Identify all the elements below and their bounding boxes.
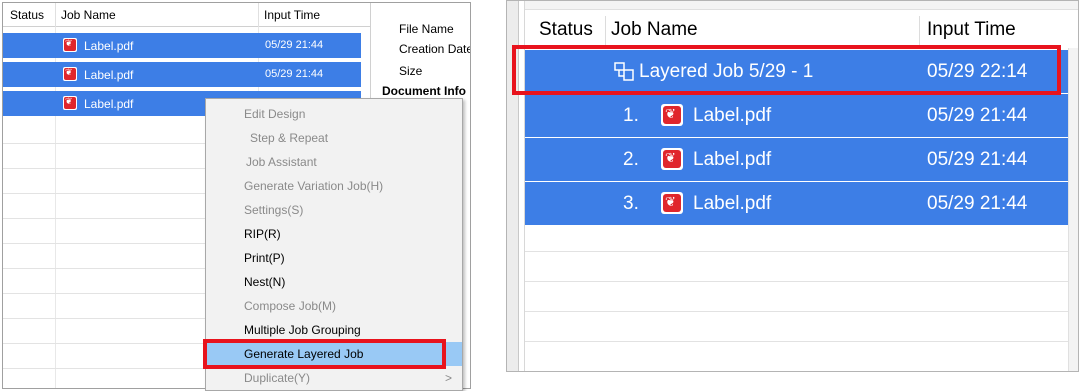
child-index: 2. [623,149,639,170]
row-divider [525,311,1078,312]
job-input-time: 05/29 21:44 [927,149,1028,170]
pdf-icon [661,148,683,170]
menu-item-duplicate[interactable]: Duplicate(Y) > [206,366,462,390]
menu-item-settings[interactable]: Settings(S) [206,198,462,222]
menu-item-print[interactable]: Print(P) [206,246,462,270]
pdf-icon [661,104,683,126]
menu-item-edit-design[interactable]: Edit Design [206,102,462,126]
property-creation-date: Creation Date [399,42,471,56]
callout-highlight [512,45,1061,95]
job-name: Label.pdf [84,39,134,53]
column-job-name[interactable]: Job Name [61,8,116,22]
job-row[interactable]: Label.pdf 05/29 21:44 [3,62,361,87]
job-list-header: Status Job Name Input Time [3,3,370,27]
menu-item-generate-variation-job[interactable]: Generate Variation Job(H) [206,174,462,198]
right-screenshot: Status Job Name Input Time Layered Job 5… [496,0,1091,391]
pdf-icon [63,38,77,52]
job-input-time: 05/29 21:44 [927,193,1028,214]
left-screenshot: Status Job Name Input Time Label.pdf 05/… [0,0,473,391]
job-input-time: 05/29 21:44 [927,105,1028,126]
job-name: Label.pdf [693,105,772,126]
job-list-header: Status Job Name Input Time [525,10,1078,48]
header-separator[interactable] [258,3,259,27]
row-divider [525,281,1078,282]
menu-item-compose-job[interactable]: Compose Job(M) [206,294,462,318]
vertical-scrollbar[interactable] [1068,48,1078,371]
menu-item-rip[interactable]: RIP(R) [206,222,462,246]
child-index: 1. [623,105,639,126]
row-divider [525,341,1078,342]
header-separator[interactable] [919,16,920,46]
column-input-time[interactable]: Input Time [927,19,1016,41]
layered-child-row[interactable]: 3. Label.pdf 05/29 21:44 [525,182,1070,225]
column-divider [55,3,56,388]
pdf-icon [661,192,683,214]
job-input-time: 05/29 21:44 [265,39,324,51]
property-document-info: Document Info [382,84,466,98]
column-input-time[interactable]: Input Time [264,8,320,22]
column-job-name[interactable]: Job Name [611,19,698,41]
job-name: Label.pdf [693,193,772,214]
menu-item-job-assistant[interactable]: Job Assistant [206,150,462,174]
job-row[interactable]: Label.pdf 05/29 21:44 [3,33,361,58]
job-name: Label.pdf [84,97,134,111]
menu-item-step-repeat[interactable]: Step & Repeat [206,126,462,150]
child-index: 3. [623,193,639,214]
row-divider [525,251,1078,252]
layered-child-row[interactable]: 2. Label.pdf 05/29 21:44 [525,138,1070,181]
panel-top-edge [525,1,1078,10]
chevron-right-icon: > [444,371,452,385]
header-separator[interactable] [55,3,56,27]
job-input-time: 05/29 21:44 [265,68,324,80]
pdf-icon [63,96,77,110]
job-name: Label.pdf [693,149,772,170]
header-separator[interactable] [605,16,606,46]
property-size: Size [399,64,423,78]
layered-child-row[interactable]: 1. Label.pdf 05/29 21:44 [525,94,1070,137]
column-status[interactable]: Status [10,8,44,22]
column-status[interactable]: Status [539,19,593,41]
callout-highlight [203,339,446,369]
menu-item-nest[interactable]: Nest(N) [206,270,462,294]
job-name: Label.pdf [84,68,134,82]
property-file-name: File Name [399,22,454,36]
pdf-icon [63,67,77,81]
